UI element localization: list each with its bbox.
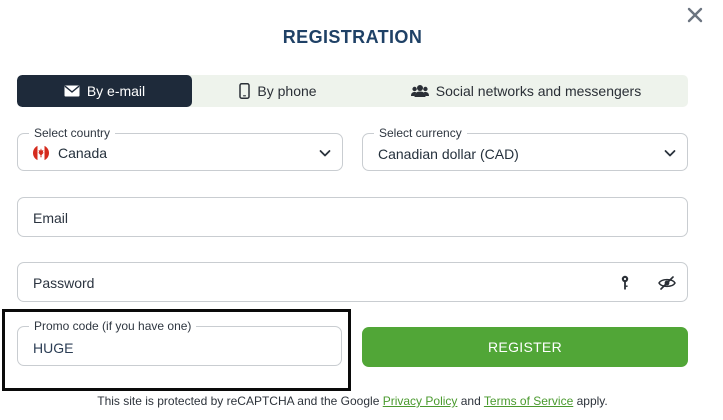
email-placeholder: Email xyxy=(33,210,69,226)
recaptcha-and: and xyxy=(460,394,481,408)
eye-slash-icon[interactable] xyxy=(658,276,676,290)
country-name: Canada xyxy=(58,145,108,161)
country-select[interactable]: Select country Canada xyxy=(17,126,343,171)
email-field[interactable]: Email xyxy=(17,197,688,237)
users-icon xyxy=(410,84,429,98)
dialog-title: REGISTRATION xyxy=(282,27,423,47)
recaptcha-notice: This site is protected by reCAPTCHA and … xyxy=(0,394,705,408)
close-icon[interactable] xyxy=(686,6,704,24)
terms-of-service-link[interactable]: Terms of Service xyxy=(484,394,573,408)
register-button[interactable]: REGISTER xyxy=(362,327,688,367)
promo-code-label: Promo code (if you have one) xyxy=(29,319,197,333)
tab-label: By phone xyxy=(257,83,317,99)
chevron-down-icon xyxy=(319,150,331,157)
tab-by-email[interactable]: By e-mail xyxy=(17,75,192,107)
recaptcha-apply: apply. xyxy=(576,394,608,408)
recaptcha-text: This site is protected by reCAPTCHA and … xyxy=(97,394,380,408)
tab-social-networks[interactable]: Social networks and messengers xyxy=(364,75,688,107)
privacy-policy-link[interactable]: Privacy Policy xyxy=(383,394,458,408)
password-field[interactable]: Password xyxy=(17,262,688,302)
promo-code-value: HUGE xyxy=(33,340,74,356)
envelope-icon xyxy=(64,85,80,97)
tab-by-phone[interactable]: By phone xyxy=(192,75,364,107)
country-select-label: Select country xyxy=(29,126,116,140)
currency-select-label: Select currency xyxy=(374,126,467,140)
tab-label: By e-mail xyxy=(86,83,146,99)
registration-dialog: REGISTRATION By e-mail By phone Social n… xyxy=(0,0,723,420)
chevron-down-icon xyxy=(664,150,676,157)
promo-code-field[interactable]: Promo code (if you have one) HUGE xyxy=(17,319,342,366)
currency-select-value: Canadian dollar (CAD) xyxy=(378,146,519,162)
currency-select[interactable]: Select currency Canadian dollar (CAD) xyxy=(362,126,688,171)
canada-flag-icon xyxy=(33,145,49,161)
country-select-value: Canada xyxy=(33,145,107,161)
tab-label: Social networks and messengers xyxy=(435,83,642,99)
phone-icon xyxy=(239,83,251,99)
password-placeholder: Password xyxy=(33,275,95,291)
key-icon[interactable] xyxy=(618,275,632,291)
registration-method-tabs: By e-mail By phone Social networks and m… xyxy=(17,75,688,107)
